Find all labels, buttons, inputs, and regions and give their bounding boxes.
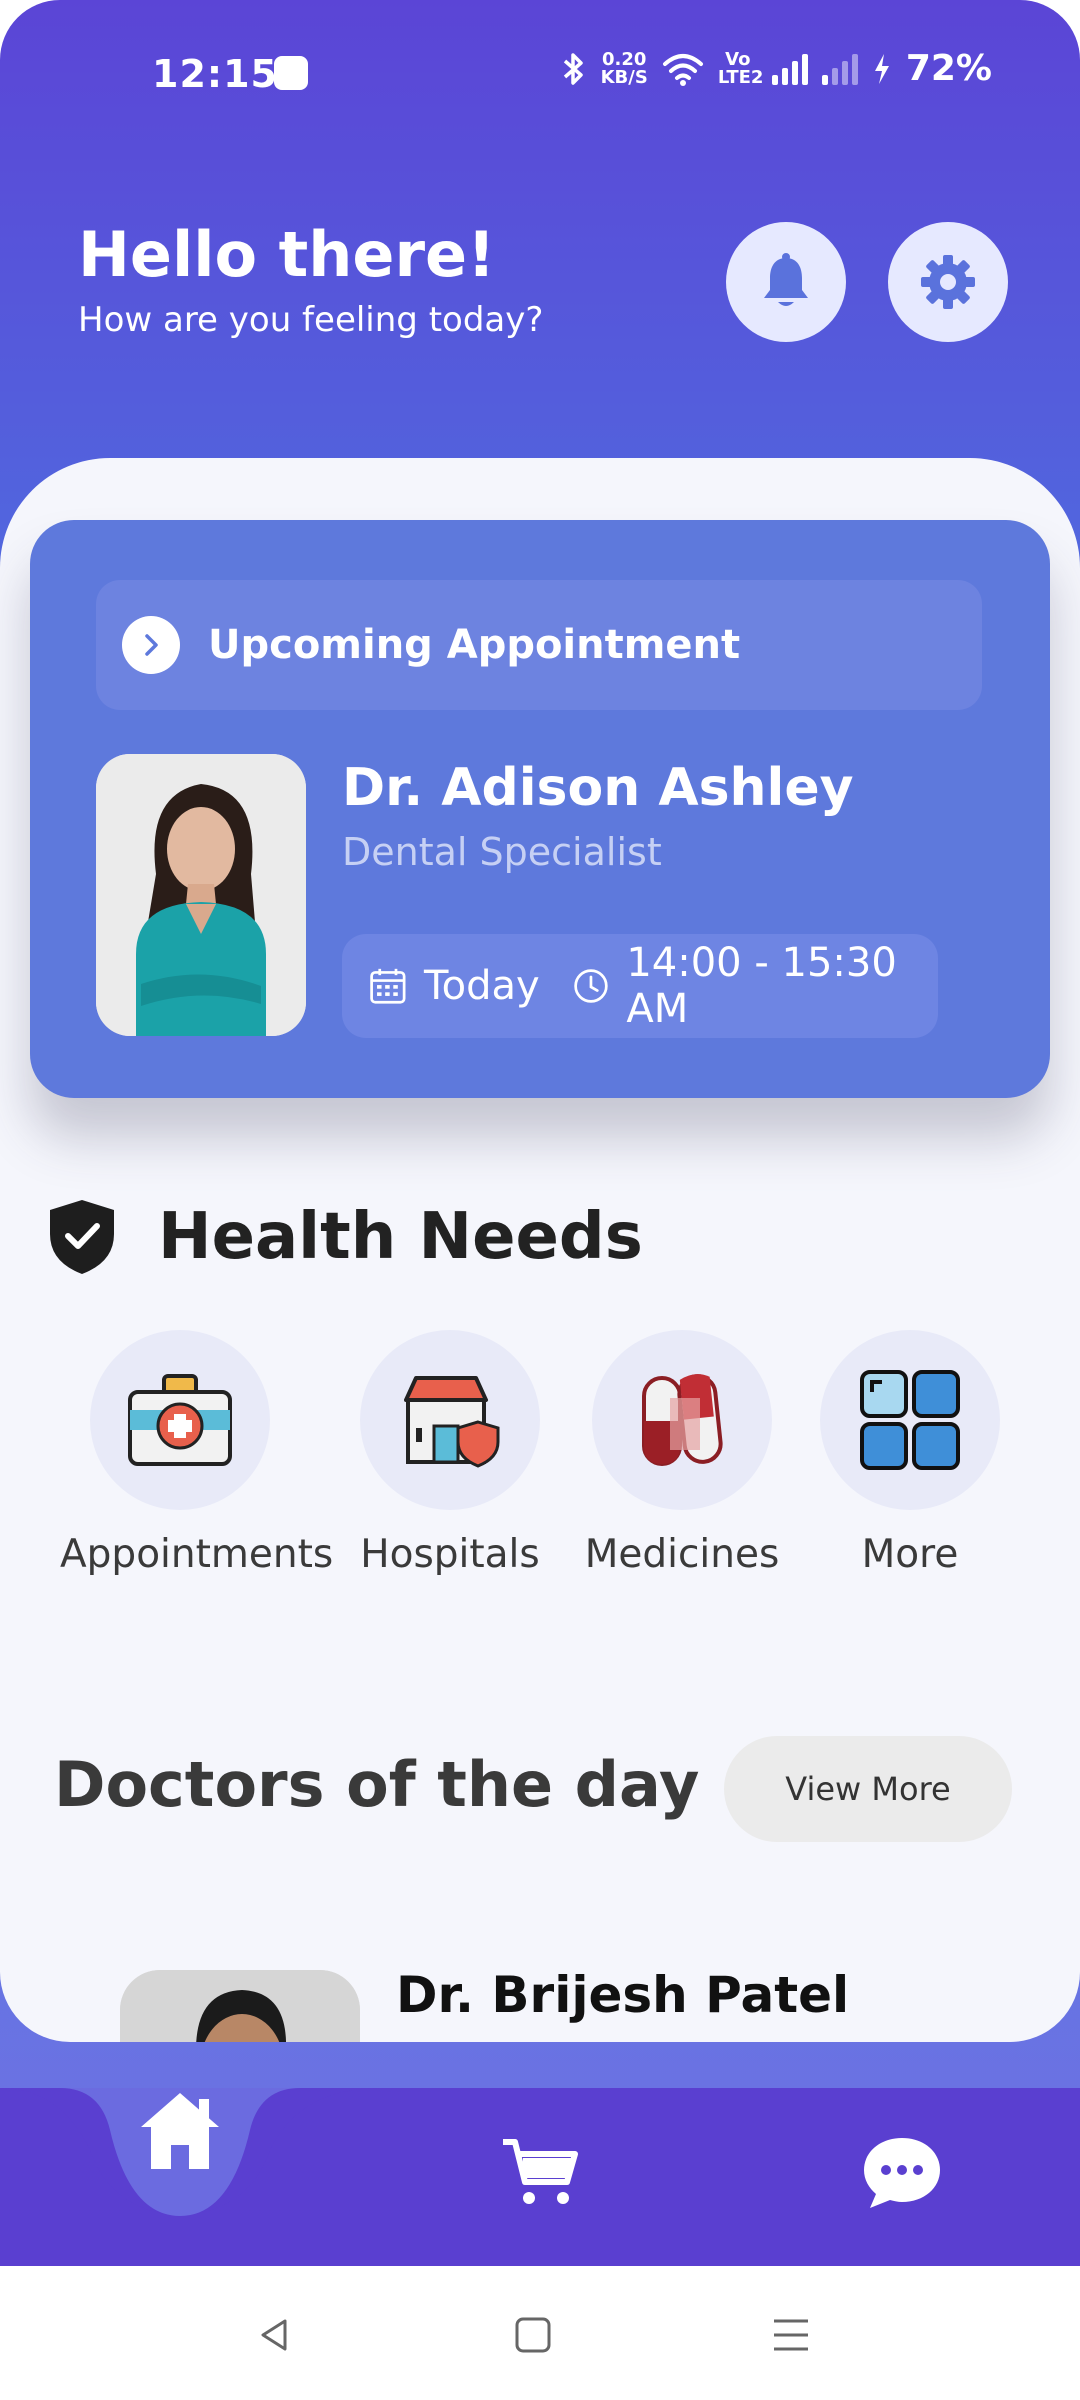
- appointment-day: Today: [423, 963, 540, 1009]
- volte-indicator: Vo LTE2: [717, 48, 764, 88]
- status-icons: 0.20 KB/S Vo LTE2 72%: [561, 48, 992, 89]
- pills-icon: [642, 1374, 723, 1466]
- bell-icon: [764, 253, 808, 306]
- upcoming-appointment-label: Upcoming Appointment: [208, 622, 741, 668]
- health-need-appointments[interactable]: Appointments: [60, 1330, 334, 1577]
- settings-button[interactable]: [888, 222, 1008, 342]
- menu-lines-icon: [774, 2319, 808, 2351]
- chat-nav-button[interactable]: [850, 2120, 954, 2224]
- status-time: 12:15: [152, 52, 278, 96]
- health-need-icon-circle: [592, 1330, 772, 1510]
- wifi-icon: [662, 53, 703, 86]
- battery-percent: 72%: [905, 48, 992, 89]
- doctors-of-the-day-title: Doctors of the day: [54, 1748, 700, 1821]
- upcoming-appointment-card[interactable]: Upcoming Appointment Dr. Adison Ashley D…: [30, 520, 1050, 1098]
- cart-nav-button[interactable]: [490, 2122, 590, 2222]
- chevron-right-icon: [122, 616, 180, 674]
- doctor-of-day-name[interactable]: Dr. Brijesh Patel: [396, 1966, 849, 2024]
- health-need-hospitals[interactable]: Hospitals: [330, 1330, 570, 1577]
- upcoming-appointment-header[interactable]: Upcoming Appointment: [96, 580, 982, 710]
- view-more-button[interactable]: View More: [724, 1736, 1012, 1842]
- bluetooth-icon: [563, 52, 583, 85]
- home-system-button[interactable]: [498, 2300, 568, 2370]
- health-needs-title: Health Needs: [158, 1200, 643, 1274]
- recents-button[interactable]: [756, 2300, 826, 2370]
- app-screen: 12:15 0.20 KB/S Vo LTE2 72% Hello there!…: [0, 0, 1080, 2266]
- home-nav-button[interactable]: [130, 2080, 230, 2180]
- home-icon: [141, 2093, 219, 2169]
- health-need-icon-circle: [820, 1330, 1000, 1510]
- health-need-label: Medicines: [584, 1532, 780, 1577]
- signal-1-icon: [771, 53, 808, 85]
- net-speed-unit: KB/S: [600, 66, 648, 88]
- status-bar: 12:15 0.20 KB/S Vo LTE2 72%: [0, 0, 1080, 140]
- notifications-button[interactable]: [726, 222, 846, 342]
- cart-icon: [503, 2139, 578, 2204]
- chat-icon: [864, 2138, 940, 2208]
- system-navigation-bar: [0, 2266, 1080, 2400]
- greeting-subtitle: How are you feeling today?: [78, 300, 544, 340]
- content-sheet: Upcoming Appointment Dr. Adison Ashley D…: [0, 458, 1080, 2042]
- doctor-avatar: [96, 754, 306, 1036]
- health-need-more[interactable]: More: [790, 1330, 1030, 1577]
- back-triangle-icon: [261, 2319, 287, 2351]
- first-aid-kit-icon: [128, 1374, 232, 1466]
- health-need-label: Appointments: [60, 1532, 334, 1577]
- health-need-medicines[interactable]: Medicines: [562, 1330, 802, 1577]
- greeting-title: Hello there!: [78, 218, 496, 291]
- square-home-icon: [515, 2317, 551, 2353]
- health-need-icon-circle: [360, 1330, 540, 1510]
- appointment-time-range: 14:00 - 15:30 AM: [626, 940, 897, 1032]
- notification-square-icon: [274, 56, 308, 90]
- health-need-label: Hospitals: [360, 1532, 540, 1577]
- shield-check-icon: [50, 1200, 114, 1274]
- net-speed-value: 0.20: [602, 48, 647, 70]
- appointment-doctor-specialty: Dental Specialist: [342, 830, 662, 874]
- calendar-icon: [370, 968, 406, 1004]
- charging-icon: [874, 53, 889, 84]
- grid-icon: [860, 1370, 960, 1470]
- health-needs-header: Health Needs: [44, 1196, 643, 1278]
- health-need-label: More: [861, 1532, 959, 1577]
- appointment-doctor-name: Dr. Adison Ashley: [342, 758, 854, 818]
- appointment-time-pill: Today 14:00 - 15:30 AM: [342, 934, 938, 1038]
- back-button[interactable]: [240, 2300, 310, 2370]
- net-speed: 0.20 KB/S: [600, 48, 648, 88]
- health-need-icon-circle: [90, 1330, 270, 1510]
- signal-2-icon: [821, 53, 858, 85]
- hospital-icon: [404, 1376, 500, 1468]
- doctor-of-day-avatar[interactable]: [120, 1970, 360, 2042]
- clock-icon: [574, 969, 608, 1003]
- gear-icon: [921, 255, 975, 309]
